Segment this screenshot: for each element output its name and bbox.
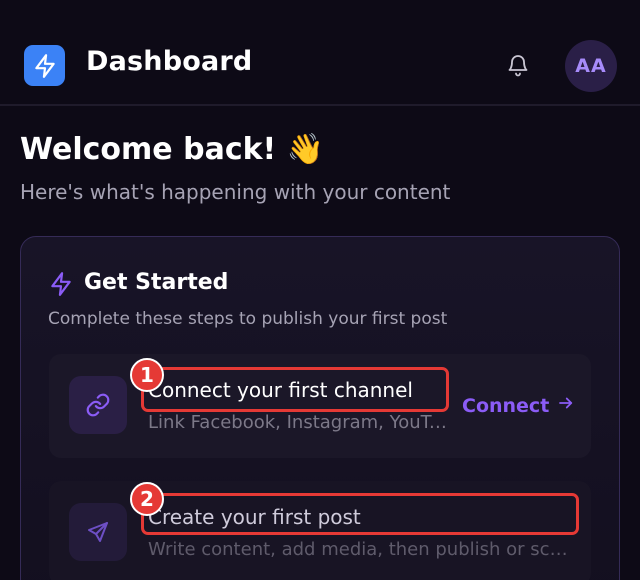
step-description: Write content, add media, then publish o… [148,539,568,560]
callout-badge-1: 1 [130,358,164,392]
callout-box-1 [141,367,449,412]
app-header: Dashboard AA [0,0,640,106]
step-description: Link Facebook, Instagram, YouTube and mo… [148,412,448,433]
card-subtitle: Complete these steps to publish your fir… [48,309,448,329]
lightning-bolt-icon [48,271,74,297]
link-icon [69,376,127,434]
lightning-bolt-icon[interactable] [24,45,65,86]
arrow-right-icon [557,394,575,417]
page-subtitle: Here's what's happening with your conten… [20,180,451,204]
connect-button-label: Connect [462,394,550,417]
callout-badge-2: 2 [130,482,164,516]
card-title: Get Started [84,270,229,295]
callout-box-2 [141,493,579,535]
connect-button[interactable]: Connect [462,394,575,417]
avatar[interactable]: AA [565,40,617,92]
app-title: Dashboard [86,46,253,77]
send-icon [69,503,127,561]
page-title: Welcome back! 👋 [20,132,325,167]
bell-icon[interactable] [505,52,531,78]
